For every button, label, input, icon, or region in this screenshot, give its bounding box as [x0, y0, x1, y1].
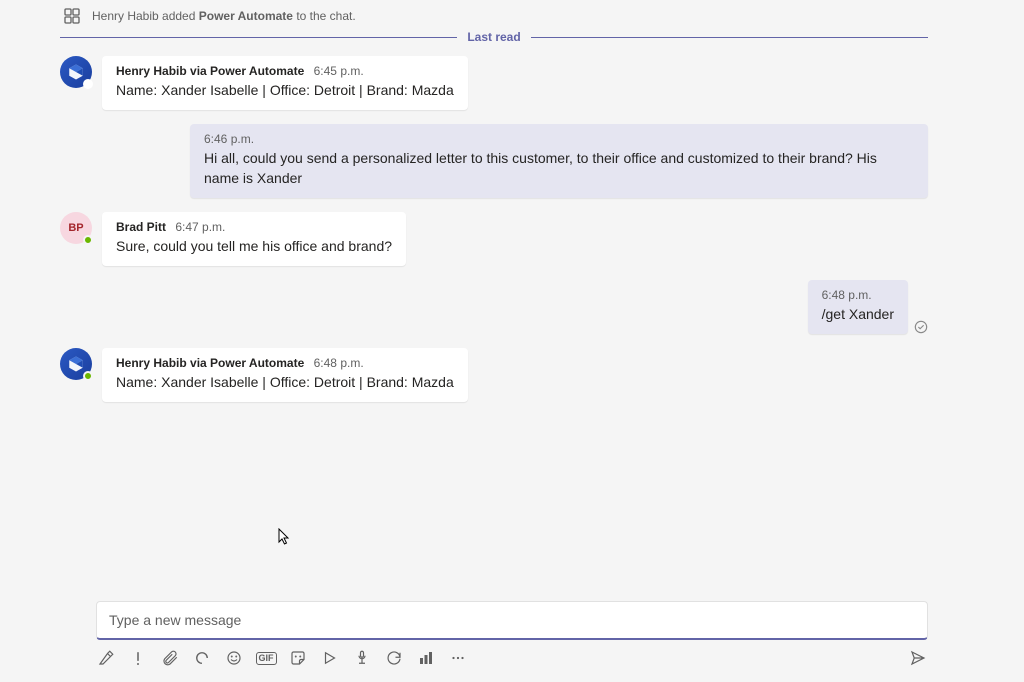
system-bold: Power Automate	[199, 9, 293, 23]
priority-button[interactable]	[128, 648, 148, 668]
presence-available-icon	[83, 79, 93, 89]
message-content: Sure, could you tell me his office and b…	[116, 236, 392, 256]
system-text: Henry Habib added Power Automate to the …	[92, 9, 356, 23]
message-time: 6:46 p.m.	[204, 132, 254, 146]
divider-line	[531, 37, 928, 38]
last-read-divider: Last read	[60, 30, 928, 44]
more-button[interactable]	[448, 648, 468, 668]
avatar-power-automate[interactable]	[60, 348, 92, 380]
message-content: /get Xander	[822, 304, 894, 324]
message-sender: Henry Habib via Power Automate	[116, 356, 304, 370]
message-row[interactable]: BP Brad Pitt 6:47 p.m. Sure, could you t…	[60, 212, 928, 266]
message-sender: Brad Pitt	[116, 220, 166, 234]
message-time: 6:48 p.m.	[314, 356, 364, 370]
message-time: 6:47 p.m.	[175, 220, 225, 234]
power-automate-icon	[67, 355, 85, 373]
system-text-after: to the chat.	[293, 9, 356, 23]
presence-available-icon	[83, 371, 93, 381]
attach-button[interactable]	[160, 648, 180, 668]
divider-line	[60, 37, 457, 38]
message-content: Hi all, could you send a personalized le…	[204, 148, 914, 188]
approvals-button[interactable]	[352, 648, 372, 668]
message-bubble-self: 6:48 p.m. /get Xander	[808, 280, 908, 334]
power-automate-icon	[67, 63, 85, 81]
avatar-initials-text: BP	[68, 222, 83, 234]
system-text-before: Henry Habib added	[92, 9, 199, 23]
sent-status-icon	[914, 320, 928, 334]
stream-button[interactable]	[320, 648, 340, 668]
emoji-button[interactable]	[224, 648, 244, 668]
message-content: Name: Xander Isabelle | Office: Detroit …	[116, 372, 454, 392]
message-row[interactable]: Henry Habib via Power Automate 6:45 p.m.…	[60, 56, 928, 110]
system-notice: Henry Habib added Power Automate to the …	[60, 0, 928, 28]
avatar-initials[interactable]: BP	[60, 212, 92, 244]
gif-label: GIF	[256, 652, 277, 665]
gif-button[interactable]: GIF	[256, 648, 276, 668]
viva-button[interactable]	[416, 648, 436, 668]
last-read-label: Last read	[457, 30, 530, 44]
message-row-self[interactable]: 6:48 p.m. /get Xander	[60, 280, 928, 334]
format-button[interactable]	[96, 648, 116, 668]
sticker-button[interactable]	[288, 648, 308, 668]
message-bubble: Brad Pitt 6:47 p.m. Sure, could you tell…	[102, 212, 406, 266]
compose-area: GIF	[0, 591, 1024, 682]
message-time: 6:48 p.m.	[822, 288, 872, 302]
messages-area: Henry Habib added Power Automate to the …	[0, 0, 1024, 591]
message-bubble: Henry Habib via Power Automate 6:45 p.m.…	[102, 56, 468, 110]
avatar-power-automate[interactable]	[60, 56, 92, 88]
apps-icon	[64, 8, 80, 24]
message-bubble: Henry Habib via Power Automate 6:48 p.m.…	[102, 348, 468, 402]
compose-toolbar: GIF	[96, 648, 928, 668]
compose-input[interactable]	[96, 601, 928, 640]
presence-available-icon	[83, 235, 93, 245]
message-time: 6:45 p.m.	[314, 64, 364, 78]
message-row[interactable]: Henry Habib via Power Automate 6:48 p.m.…	[60, 348, 928, 402]
loop-button[interactable]	[192, 648, 212, 668]
updates-button[interactable]	[384, 648, 404, 668]
chat-container: Henry Habib added Power Automate to the …	[0, 0, 1024, 682]
message-content: Name: Xander Isabelle | Office: Detroit …	[116, 80, 454, 100]
message-row-self[interactable]: 6:46 p.m. Hi all, could you send a perso…	[190, 124, 928, 198]
message-sender: Henry Habib via Power Automate	[116, 64, 304, 78]
send-button[interactable]	[908, 648, 928, 668]
message-bubble-self: 6:46 p.m. Hi all, could you send a perso…	[190, 124, 928, 198]
